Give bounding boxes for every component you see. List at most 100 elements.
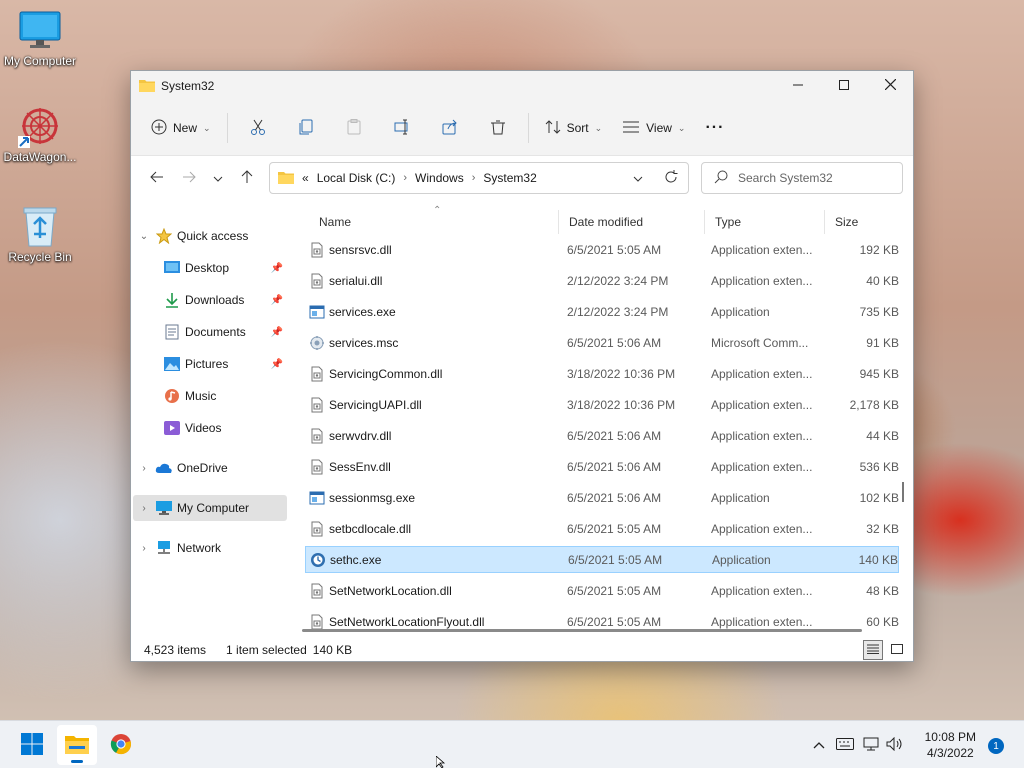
address-bar[interactable]: « Local Disk (C:) › Windows › System32 [269, 162, 689, 194]
nav-label: Downloads [185, 293, 245, 307]
title-bar[interactable]: System32 [131, 71, 913, 101]
keyboard-icon[interactable] [830, 737, 860, 753]
search-box[interactable]: Search System32 [701, 162, 903, 194]
chevron-right-icon[interactable]: › [133, 463, 155, 474]
clipboard-icon [346, 118, 362, 138]
file-type: Application exten... [711, 614, 813, 629]
column-header-size[interactable]: Size [825, 210, 903, 234]
taskbar-file-explorer[interactable] [57, 725, 97, 765]
nav-item-pictures[interactable]: Pictures 📌 [133, 351, 287, 377]
nav-item-quick-access[interactable]: ⌄ Quick access [133, 223, 287, 249]
file-date: 2/12/2022 3:24 PM [567, 273, 669, 288]
nav-item-onedrive[interactable]: › OneDrive [133, 455, 287, 481]
file-row[interactable]: ServicingUAPI.dll 3/18/2022 10:36 PM Appli… [305, 391, 899, 418]
minimize-button[interactable] [775, 71, 821, 101]
breadcrumb-windows[interactable]: Windows [415, 171, 464, 185]
clock-date: 4/3/2022 [926, 746, 974, 760]
start-button[interactable] [12, 725, 52, 765]
desktop-icon-my-computer[interactable]: My Computer [0, 8, 80, 68]
clock[interactable]: 10:08 PM 4/3/2022 [925, 729, 976, 761]
column-header-date[interactable]: Date modified [559, 210, 705, 234]
column-header-type[interactable]: Type [705, 210, 825, 234]
maximize-icon [839, 79, 849, 93]
windows-logo-icon [21, 732, 43, 758]
breadcrumb-overflow[interactable]: « [302, 171, 309, 185]
file-row[interactable]: ServicingCommon.dll 3/18/2022 10:36 PM App… [305, 360, 899, 387]
more-options-button[interactable]: ··· [695, 110, 734, 146]
nav-item-downloads[interactable]: Downloads 📌 [133, 287, 287, 313]
large-icons-view-button[interactable] [887, 640, 907, 660]
column-header-name[interactable]: Name [309, 210, 559, 234]
delete-button[interactable] [474, 110, 522, 146]
nav-item-network[interactable]: › Network [133, 535, 287, 561]
show-hidden-icons-button[interactable] [808, 738, 830, 752]
close-button[interactable] [867, 71, 913, 101]
up-button[interactable] [231, 162, 263, 194]
recycle-bin-icon [18, 204, 62, 248]
notification-badge[interactable]: 1 [988, 738, 1004, 754]
mouse-cursor-icon [435, 755, 448, 768]
breadcrumb-local-disk[interactable]: Local Disk (C:) [317, 171, 396, 185]
window-title: System32 [161, 79, 215, 93]
nav-item-documents[interactable]: Documents 📌 [133, 319, 287, 345]
file-row[interactable]: SetNetworkLocationFlyout.dll 6/5/2021 5:0… [305, 608, 899, 630]
file-row[interactable]: setbcdlocale.dll 6/5/2021 5:05 AM Applicat… [305, 515, 899, 542]
volume-icon[interactable] [884, 736, 906, 754]
new-button-label: New [173, 121, 198, 135]
chevron-right-icon[interactable]: › [472, 172, 476, 184]
chevron-right-icon[interactable]: › [403, 172, 407, 184]
desktop-icon-label: Recycle Bin [8, 250, 72, 264]
back-button[interactable] [141, 162, 173, 194]
copy-button[interactable] [282, 110, 330, 146]
view-button-label: View [646, 121, 672, 135]
document-icon [163, 323, 181, 341]
forward-button[interactable] [173, 162, 205, 194]
file-row[interactable]: SessEnv.dll 6/5/2021 5:06 AM Application e… [305, 453, 899, 480]
file-date: 6/5/2021 5:05 AM [567, 583, 662, 598]
chevron-right-icon[interactable]: › [133, 543, 155, 554]
details-view-button[interactable] [863, 640, 883, 660]
nav-item-desktop[interactable]: Desktop 📌 [133, 255, 287, 281]
new-button[interactable]: New ⌄ [141, 110, 221, 146]
chevron-right-icon[interactable]: › [133, 503, 155, 514]
taskbar-chrome[interactable] [101, 725, 141, 765]
refresh-icon [664, 169, 678, 187]
nav-item-videos[interactable]: Videos [133, 415, 287, 441]
desktop-icon-recycle-bin[interactable]: Recycle Bin [0, 204, 80, 264]
scrollbar-thumb[interactable] [902, 482, 904, 502]
breadcrumb-system32[interactable]: System32 [483, 171, 536, 185]
file-row[interactable]: sensrsvc.dll 6/5/2021 5:05 AM Application … [305, 236, 899, 263]
rename-button[interactable] [378, 110, 426, 146]
view-button[interactable]: View ⌄ [612, 110, 695, 146]
search-icon [714, 170, 728, 187]
nav-item-music[interactable]: Music [133, 383, 287, 409]
tiles-view-icon [891, 643, 903, 657]
address-history-button[interactable] [622, 171, 654, 185]
chevron-down-icon[interactable]: ⌄ [133, 231, 155, 242]
vertical-scrollbar[interactable] [900, 240, 906, 624]
file-row[interactable]: sessionmsg.exe 6/5/2021 5:06 AM Applicatio… [305, 484, 899, 511]
cut-button[interactable] [234, 110, 282, 146]
recent-locations-button[interactable] [205, 162, 231, 194]
file-row[interactable]: serialui.dll 2/12/2022 3:24 PM Application… [305, 267, 899, 294]
file-row[interactable]: serwvdrv.dll 6/5/2021 5:06 AM Application … [305, 422, 899, 449]
network-status-icon[interactable] [860, 737, 884, 754]
file-row[interactable]: sethc.exe 6/5/2021 5:05 AM Application 140 … [305, 546, 899, 573]
nav-item-my-computer[interactable]: › My Computer [133, 495, 287, 521]
file-size: 48 KB [866, 583, 899, 598]
desktop-icon-datawagon[interactable]: DataWagon... [0, 104, 80, 164]
datawagon-icon [18, 104, 62, 148]
file-row[interactable]: SetNetworkLocation.dll 6/5/2021 5:05 AM Ap… [305, 577, 899, 604]
refresh-button[interactable] [654, 169, 688, 187]
paste-button[interactable] [330, 110, 378, 146]
horizontal-scrollbar[interactable] [302, 629, 862, 632]
sort-button[interactable]: Sort ⌄ [535, 110, 613, 146]
file-date: 6/5/2021 5:06 AM [567, 459, 662, 474]
file-row[interactable]: services.exe 2/12/2022 3:24 PM Application… [305, 298, 899, 325]
file-date: 6/5/2021 5:05 AM [567, 242, 662, 257]
details-view-icon [867, 643, 879, 657]
desktop-icon-label: DataWagon... [3, 150, 77, 164]
share-button[interactable] [426, 110, 474, 146]
maximize-button[interactable] [821, 71, 867, 101]
file-row[interactable]: services.msc 6/5/2021 5:06 AM Microsoft Co… [305, 329, 899, 356]
